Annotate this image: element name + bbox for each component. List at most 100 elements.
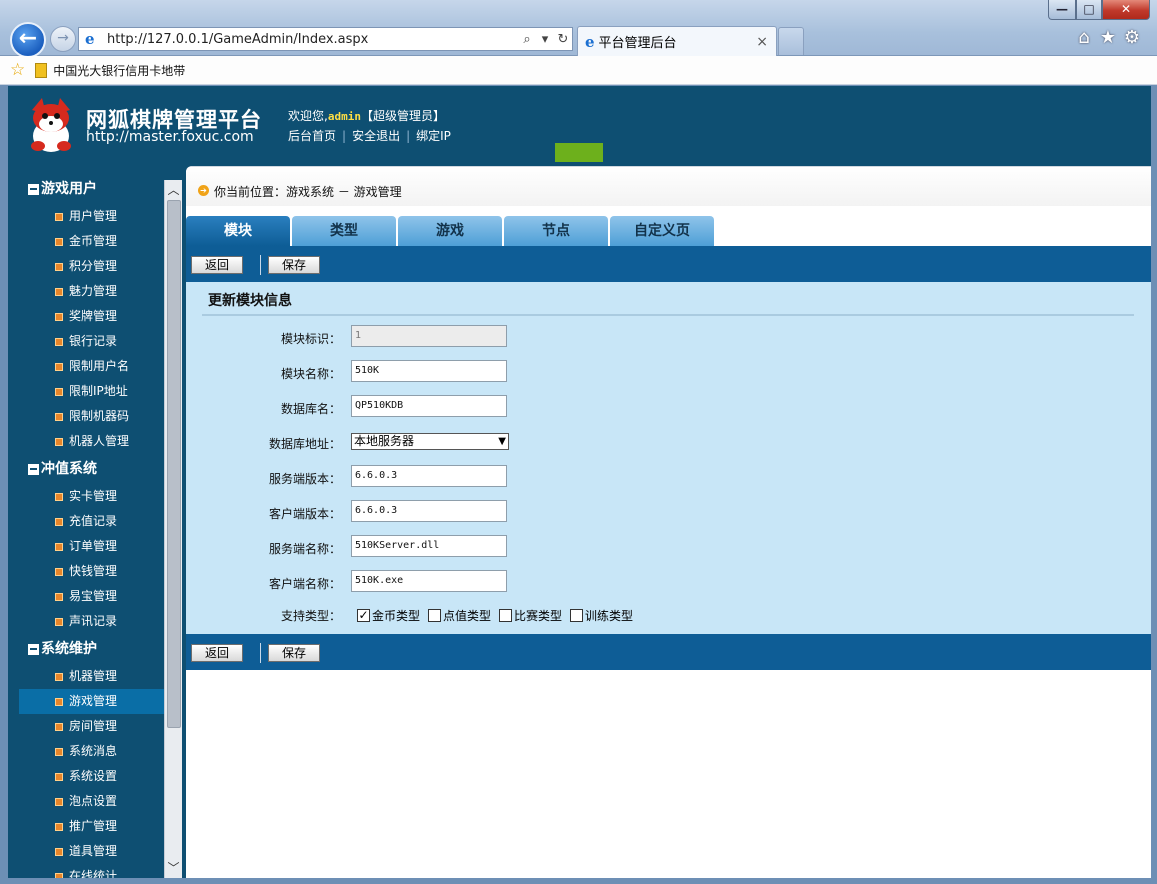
sidebar-item-label: 充值记录 (69, 514, 118, 528)
search-icon[interactable]: ⌕ (518, 32, 536, 47)
address-bar[interactable]: e http://127.0.0.1/GameAdmin/Index.aspx … (78, 27, 573, 51)
field-label: 服务端版本： (268, 472, 341, 486)
username: admin (327, 110, 361, 123)
bullet-icon (55, 388, 63, 396)
support-type-checkboxes: ✓ 金币类型 点值类型 比赛类型 训练类型 (357, 607, 641, 624)
breadcrumb: ➔ 你当前位置：游戏系统 － 游戏管理 (186, 166, 1151, 206)
sidebar-scrollbar[interactable]: ︿ ﹀ (164, 180, 182, 878)
field-label: 服务端名称： (268, 542, 341, 556)
sidebar-item-medal-management[interactable]: 奖牌管理 (19, 304, 164, 329)
collapse-icon[interactable] (28, 464, 39, 475)
form-title: 更新模块信息 (208, 293, 292, 309)
sidebar-item-label: 机器管理 (69, 669, 118, 683)
sidebar-item-voice-records[interactable]: 声讯记录 (19, 609, 164, 634)
dropdown-arrow-icon[interactable]: ▾ (536, 32, 554, 47)
sidebar-item-user-management[interactable]: 用户管理 (19, 204, 164, 229)
bind-ip-link[interactable]: 绑定IP (416, 129, 451, 143)
match-type-checkbox[interactable] (499, 609, 513, 622)
sidebar-item-kuaiqian[interactable]: 快钱管理 (19, 559, 164, 584)
client-name-input[interactable]: 510K.exe (351, 570, 507, 592)
logout-link[interactable]: 安全退出 (352, 129, 400, 143)
checkbox-label: 训练类型 (585, 609, 634, 623)
menu-group-system[interactable]: 系统维护 (19, 634, 164, 664)
gold-type-checkbox[interactable]: ✓ (357, 609, 370, 622)
server-name-input[interactable]: 510KServer.dll (351, 535, 507, 557)
menu-group-recharge[interactable]: 冲值系统 (19, 454, 164, 484)
sidebar-item-label: 游戏管理 (69, 694, 118, 708)
bullet-icon (55, 338, 63, 346)
sidebar-item-card-management[interactable]: 实卡管理 (19, 484, 164, 509)
tab-type[interactable]: 类型 (292, 216, 396, 246)
bullet-icon (55, 213, 63, 221)
sidebar-item-room-management[interactable]: 房间管理 (19, 714, 164, 739)
admin-home-link[interactable]: 后台首页 (288, 129, 336, 143)
sidebar-item-score-management[interactable]: 积分管理 (19, 254, 164, 279)
back-button-bottom[interactable]: 返回 (191, 644, 243, 662)
back-button-top[interactable]: 返回 (191, 256, 243, 274)
sidebar-item-recharge-records[interactable]: 充值记录 (19, 509, 164, 534)
field-module-name: 模块名称： 510K (186, 360, 1151, 384)
refresh-icon[interactable]: ↻ (554, 32, 572, 47)
bullet-icon (55, 413, 63, 421)
chevron-down-icon[interactable]: ▼ (498, 434, 506, 449)
home-icon[interactable]: ⌂ (1074, 28, 1094, 48)
browser-titlebar: — □ ✕ ← → e http://127.0.0.1/GameAdmin/I… (0, 0, 1157, 58)
server-version-input[interactable]: 6.6.0.3 (351, 465, 507, 487)
module-name-input[interactable]: 510K (351, 360, 507, 382)
tab-node[interactable]: 节点 (504, 216, 608, 246)
forward-button[interactable]: → (50, 26, 76, 52)
sidebar-item-machine-management[interactable]: 机器管理 (19, 664, 164, 689)
sidebar-item-promotion-management[interactable]: 推广管理 (19, 814, 164, 839)
close-window-button[interactable]: ✕ (1102, 0, 1150, 20)
sidebar-item-restrict-machine[interactable]: 限制机器码 (19, 404, 164, 429)
favorites-star-icon[interactable]: ★ (1098, 28, 1118, 48)
save-button-top[interactable]: 保存 (268, 256, 320, 274)
new-tab-button[interactable] (778, 27, 804, 55)
sidebar-item-charm-management[interactable]: 魅力管理 (19, 279, 164, 304)
scroll-down-icon[interactable]: ﹀ (165, 858, 182, 878)
sidebar-item-restrict-username[interactable]: 限制用户名 (19, 354, 164, 379)
favorite-link[interactable]: 中国光大银行信用卡地带 (53, 62, 185, 79)
back-button[interactable]: ← (10, 22, 46, 58)
training-type-checkbox[interactable] (570, 609, 584, 622)
tab-custom-page[interactable]: 自定义页 (610, 216, 714, 246)
database-name-input[interactable]: QP510KDB (351, 395, 507, 417)
sidebar-item-system-messages[interactable]: 系统消息 (19, 739, 164, 764)
point-type-checkbox[interactable] (428, 609, 442, 622)
maximize-button[interactable]: □ (1076, 0, 1102, 20)
welcome-text: 欢迎您,admin【超级管理员】 (288, 107, 445, 124)
sidebar-item-bubble-settings[interactable]: 泡点设置 (19, 789, 164, 814)
add-favorite-icon[interactable]: ☆ (10, 60, 25, 80)
minimize-button[interactable]: — (1048, 0, 1076, 20)
sidebar-item-gold-management[interactable]: 金币管理 (19, 229, 164, 254)
collapse-icon[interactable] (28, 184, 39, 195)
sidebar-item-game-management[interactable]: 游戏管理 (19, 689, 164, 714)
bullet-icon (55, 698, 63, 706)
sidebar-item-system-settings[interactable]: 系统设置 (19, 764, 164, 789)
address-url[interactable]: http://127.0.0.1/GameAdmin/Index.aspx (107, 32, 518, 47)
sidebar-item-bank-records[interactable]: 银行记录 (19, 329, 164, 354)
tab-close-icon[interactable]: × (756, 34, 768, 50)
tab-game[interactable]: 游戏 (398, 216, 502, 246)
tab-module[interactable]: 模块 (186, 216, 290, 246)
client-version-input[interactable]: 6.6.0.3 (351, 500, 507, 522)
sidebar-item-yeepay[interactable]: 易宝管理 (19, 584, 164, 609)
scroll-thumb[interactable] (167, 200, 181, 728)
scroll-up-icon[interactable]: ︿ (165, 180, 182, 200)
toolbar-divider (260, 255, 261, 275)
sidebar: 游戏用户 用户管理 金币管理 积分管理 魅力管理 奖牌管理 银行记录 限制用户名… (19, 174, 164, 878)
settings-gear-icon[interactable]: ⚙ (1122, 28, 1142, 48)
select-value: 本地服务器 (354, 434, 415, 448)
database-address-select[interactable]: 本地服务器 ▼ (351, 433, 509, 450)
menu-group-game-users[interactable]: 游戏用户 (19, 174, 164, 204)
browser-tab-active[interactable]: e 平台管理后台 × (577, 26, 777, 56)
sidebar-item-robot-management[interactable]: 机器人管理 (19, 429, 164, 454)
field-label: 数据库名： (280, 402, 341, 416)
sidebar-item-order-management[interactable]: 订单管理 (19, 534, 164, 559)
sidebar-item-online-stats[interactable]: 在线统计 (19, 864, 164, 878)
save-button-bottom[interactable]: 保存 (268, 644, 320, 662)
sidebar-item-props-management[interactable]: 道具管理 (19, 839, 164, 864)
ie-tab-icon: e (585, 32, 595, 51)
collapse-icon[interactable] (28, 644, 39, 655)
sidebar-item-restrict-ip[interactable]: 限制IP地址 (19, 379, 164, 404)
